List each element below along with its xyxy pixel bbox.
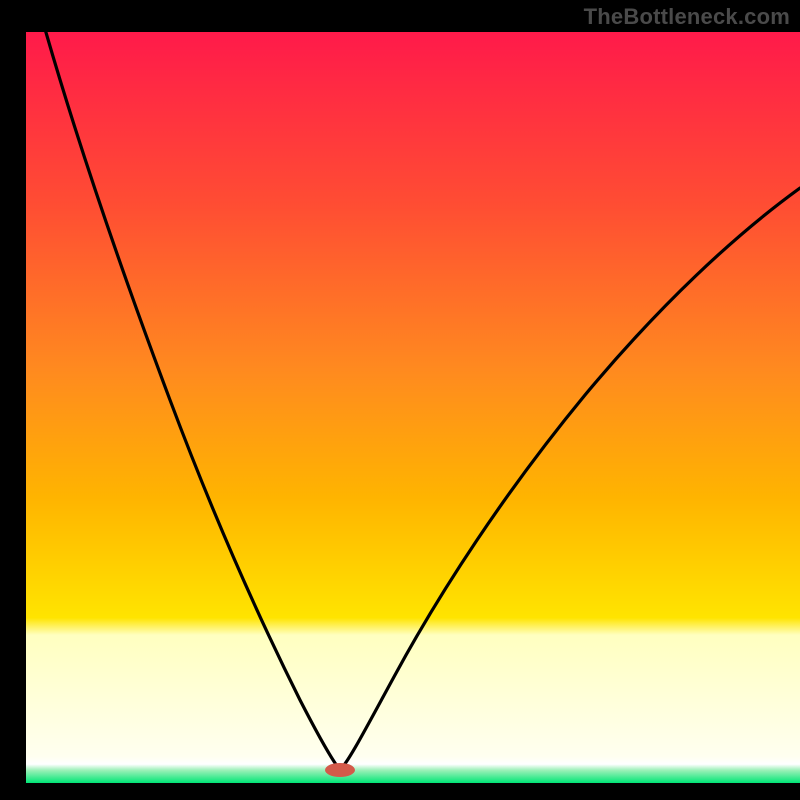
optimum-marker xyxy=(325,763,355,777)
chart-stage: { "watermark": "TheBottleneck.com", "col… xyxy=(0,0,800,800)
left-frame xyxy=(0,0,26,800)
watermark-text: TheBottleneck.com xyxy=(584,4,790,30)
plot-background xyxy=(26,32,800,783)
bottom-frame xyxy=(0,783,800,800)
bottleneck-chart xyxy=(0,0,800,800)
